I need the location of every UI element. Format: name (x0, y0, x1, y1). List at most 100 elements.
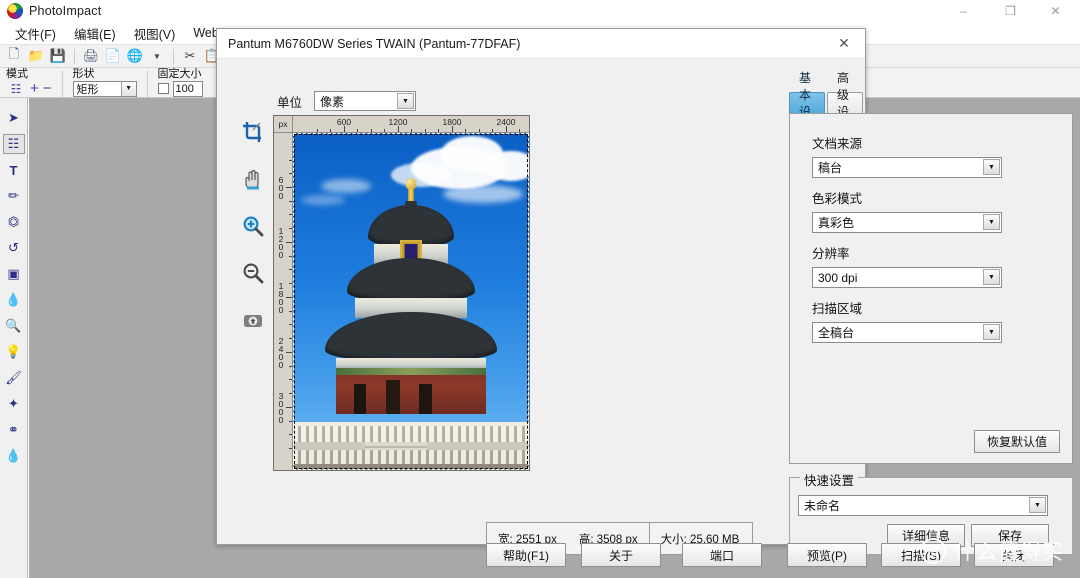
crop-tool-icon[interactable] (238, 117, 268, 147)
eyedropper-tool-icon[interactable]: 💧 (3, 290, 25, 310)
color-mode-combo[interactable]: 真彩色 ▼ (812, 212, 1002, 233)
dialog-body: 单位 像素 ▼ px 600 1200 1800 2400 600 1200 1… (217, 59, 1073, 567)
paint-bucket-tool-icon[interactable]: 💧 (3, 446, 25, 466)
shape-combo[interactable]: 矩形 ▼ (72, 80, 137, 97)
dialog-titlebar: Pantum M6760DW Series TWAIN (Pantum-77DF… (217, 29, 865, 59)
balustrade-rail (293, 422, 529, 426)
save-icon[interactable]: 💾 (48, 46, 68, 66)
horizontal-ruler: 600 1200 1800 2400 (293, 116, 529, 133)
menu-file[interactable]: 文件(F) (6, 24, 65, 43)
roof-lower (325, 312, 497, 362)
ruler-left-label-600: 600 (276, 175, 286, 199)
watermark-badge-icon: 值 (920, 538, 946, 564)
fixed-size-label: 固定大小 (157, 68, 202, 80)
scan-area-combo[interactable]: 全稿台 ▼ (812, 322, 1002, 343)
minimize-button[interactable]: – (941, 0, 986, 22)
transform-tool-icon[interactable]: ↺ (3, 238, 25, 258)
close-icon[interactable]: ✕ (823, 29, 865, 58)
close-window-button[interactable]: ✕ (1033, 0, 1078, 22)
scan-preview-frame[interactable]: px 600 1200 1800 2400 600 1200 1800 2400… (273, 115, 530, 471)
color-mode-value: 真彩色 (818, 216, 855, 230)
cut-icon[interactable]: ✂ (180, 46, 200, 66)
chevron-down-icon[interactable]: ▼ (983, 269, 1000, 285)
zoom-in-tool-icon[interactable] (238, 211, 268, 241)
chevron-down-icon[interactable]: ▼ (1029, 497, 1046, 513)
quick-settings-legend: 快速设置 (800, 470, 859, 489)
base-door-right (419, 384, 432, 414)
mode-option-group: 模式 ☷ + − (6, 68, 52, 97)
menu-edit[interactable]: 编辑(E) (65, 24, 125, 43)
ruler-unit-corner: px (274, 116, 293, 133)
pointer-tool-icon[interactable]: ➤ (3, 108, 25, 128)
unit-row: 单位 像素 ▼ (277, 91, 417, 111)
base-door-center (386, 380, 400, 414)
object-frame-tool-icon[interactable]: ▣ (3, 264, 25, 284)
preview-button[interactable]: 预览(P) (787, 543, 867, 567)
print-preview-icon[interactable]: 📄 (103, 46, 123, 66)
clone-tool-icon[interactable]: ⚭ (3, 420, 25, 440)
chevron-down-icon[interactable]: ▼ (983, 324, 1000, 340)
unit-combo[interactable]: 像素 ▼ (314, 91, 417, 111)
lighting-tool-icon[interactable]: 💡 (3, 342, 25, 362)
resolution-value: 300 dpi (818, 270, 858, 285)
document-source-label: 文档来源 (812, 137, 863, 151)
crop-tool-icon[interactable]: ⏣ (3, 212, 25, 232)
balustrade-row-lower (293, 450, 529, 464)
roof-middle (347, 258, 475, 302)
subtract-selection-icon[interactable]: − (43, 81, 52, 96)
resolution-group: 分辨率 300 dpi ▼ (812, 243, 1002, 288)
restore-defaults-button[interactable]: 恢复默认值 (974, 430, 1060, 453)
fixed-size-input[interactable]: 100 (172, 80, 203, 97)
marquee-select-icon[interactable]: ☷ (6, 79, 26, 99)
chevron-down-icon[interactable]: ▼ (120, 81, 136, 96)
retouch-tool-icon[interactable]: ✦ (3, 394, 25, 414)
photoimpact-logo-icon (7, 3, 23, 19)
chevron-down-icon[interactable]: ▼ (983, 214, 1000, 230)
dropdown-arrow-icon[interactable]: ▼ (147, 46, 167, 66)
help-button[interactable]: 帮助(F1) (486, 543, 566, 567)
about-button[interactable]: 关于 (581, 543, 661, 567)
paintbrush-tool-icon[interactable]: 🖌 (3, 368, 25, 388)
add-selection-icon[interactable]: + (30, 81, 39, 96)
text-tool-icon[interactable]: T (3, 160, 25, 180)
export-icon[interactable]: 🌐 (125, 46, 145, 66)
path-draw-tool-icon[interactable]: ✏ (3, 186, 25, 206)
document-source-combo[interactable]: 稿台 ▼ (812, 157, 1002, 178)
chevron-down-icon[interactable]: ▼ (983, 159, 1000, 175)
clear-preview-icon[interactable] (238, 305, 268, 335)
chevron-down-icon[interactable]: ▼ (397, 93, 415, 109)
app-titlebar: PhotoImpact – ❐ ✕ (0, 0, 1080, 22)
zoom-out-tool-icon[interactable] (238, 258, 268, 288)
vertical-ruler: 600 1200 1800 2400 3000 (274, 133, 293, 470)
port-button[interactable]: 端口 (682, 543, 762, 567)
basic-settings-panel: 文档来源 稿台 ▼ 色彩模式 真彩色 ▼ 分辨率 300 dpi ▼ 扫描区域 … (789, 113, 1073, 464)
hand-pan-tool-icon[interactable] (238, 164, 268, 194)
cloud-shape (485, 151, 529, 181)
tab-basic-settings[interactable]: 基本设置 (789, 71, 825, 136)
selection-tool-icon[interactable]: ☷ (2, 134, 25, 154)
tool-palette: ➤ ☷ T ✏ ⏣ ↺ ▣ 💧 🔍 💡 🖌 ✦ ⚭ 💧 (0, 98, 28, 578)
options-divider-2 (146, 71, 148, 97)
toolbar-divider-1 (74, 48, 75, 64)
scan-area-value: 全稿台 (818, 326, 855, 340)
settings-tabs: 基本设置 高级设置 (789, 71, 865, 136)
fixed-size-checkbox[interactable] (157, 83, 169, 94)
ruler-left-label-1200: 1200 (276, 226, 286, 258)
menu-view[interactable]: 视图(V) (125, 24, 185, 43)
open-folder-icon[interactable]: 📁 (26, 46, 46, 66)
zoom-tool-icon[interactable]: 🔍 (3, 316, 25, 336)
scan-area-label: 扫描区域 (812, 302, 863, 316)
document-source-value: 稿台 (818, 161, 843, 175)
tab-advanced-settings[interactable]: 高级设置 (827, 71, 863, 136)
shape-label: 形状 (72, 68, 95, 80)
scan-preview-image[interactable] (293, 133, 529, 470)
maximize-button[interactable]: ❐ (988, 0, 1033, 22)
resolution-combo[interactable]: 300 dpi ▼ (812, 267, 1002, 288)
quick-settings-combo[interactable]: 未命名 ▼ (798, 495, 1048, 516)
watermark-text: 什么值得买 (954, 541, 1064, 564)
print-icon[interactable]: 🖨 (81, 46, 101, 66)
shape-combo-value: 矩形 (76, 83, 99, 96)
resolution-label: 分辨率 (812, 247, 850, 261)
new-file-icon[interactable]: 🗋 (4, 46, 24, 66)
options-divider-1 (61, 71, 63, 97)
